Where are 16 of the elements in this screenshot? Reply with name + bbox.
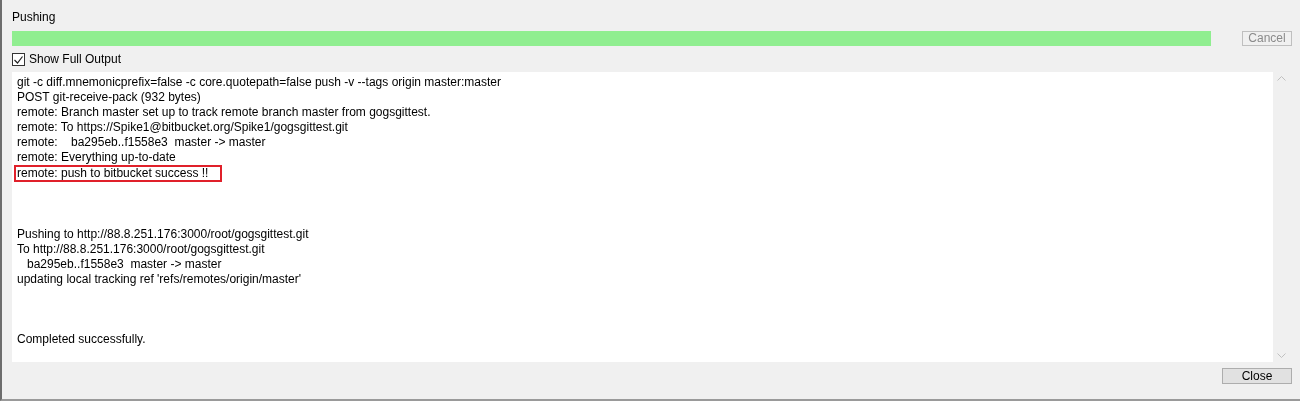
output-line: ba295eb..f1558e3 master -> master bbox=[26, 257, 222, 272]
output-line: POST git-receive-pack (932 bytes) bbox=[17, 90, 201, 105]
output-line: remote: To https://Spike1@bitbucket.org/Spike1/gogsgittest.git bbox=[17, 120, 348, 135]
output-line: remote: Everything up-to-date bbox=[17, 150, 176, 165]
checkmark-icon bbox=[14, 55, 23, 64]
close-button[interactable]: Close bbox=[1222, 368, 1292, 384]
output-line: remote: Branch master set up to track remote branch master from gogsgittest. bbox=[17, 105, 431, 120]
checkbox-label: Show Full Output bbox=[29, 52, 122, 67]
output-line: git -c diff.mnemonicprefix=false -c core.quotepath=false push -v --tags origin master:master bbox=[17, 75, 501, 90]
output-line: remote: ba295eb..f1558e3 master -> master bbox=[17, 135, 266, 150]
output-line: updating local tracking ref 'refs/remotes/origin/master' bbox=[17, 272, 302, 287]
output-line: Completed successfully. bbox=[17, 332, 146, 347]
checkbox[interactable] bbox=[12, 53, 25, 66]
window-title: Pushing bbox=[12, 10, 56, 25]
output-line: Pushing to http://88.8.251.176:3000/root/gogsgittest.git bbox=[17, 227, 309, 242]
output-line: To http://88.8.251.176:3000/root/gogsgittest.git bbox=[17, 242, 265, 257]
